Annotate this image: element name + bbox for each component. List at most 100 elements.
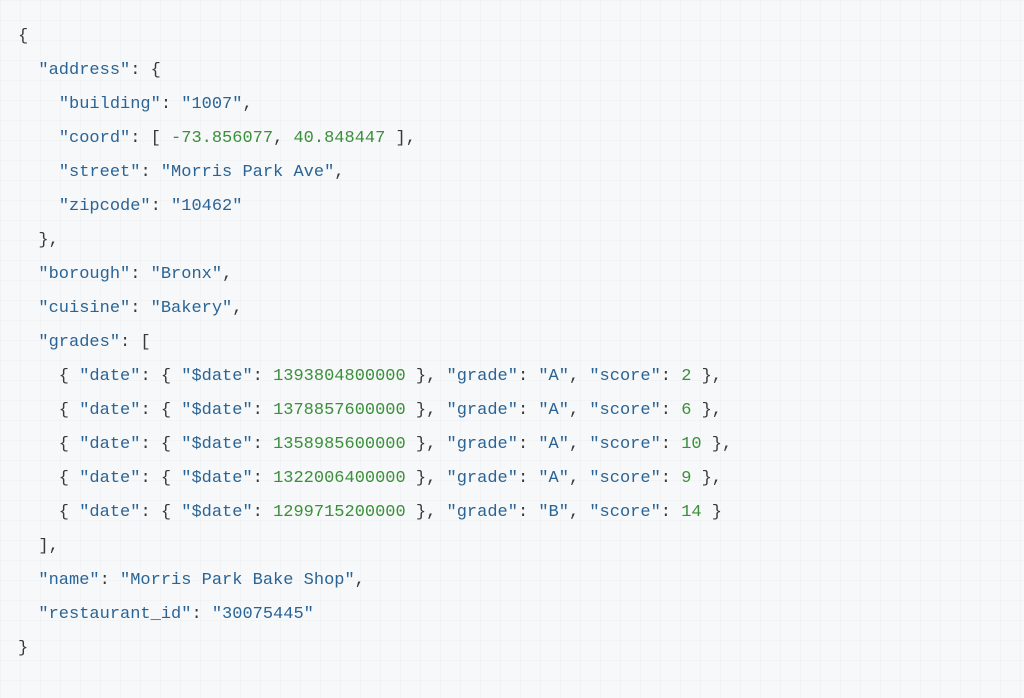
- code-token: :: [151, 197, 171, 216]
- code-token: {: [18, 469, 79, 488]
- code-token: "A": [538, 401, 569, 420]
- code-token: "date": [79, 469, 140, 488]
- code-token: 1378857600000: [273, 401, 406, 420]
- code-token: ,: [273, 129, 293, 148]
- code-token: "Morris Park Ave": [161, 163, 334, 182]
- code-token: 14: [681, 503, 701, 522]
- code-token: [18, 197, 59, 216]
- code-token: "Morris Park Bake Shop": [120, 571, 355, 590]
- code-token: },: [691, 469, 722, 488]
- code-token: "date": [79, 367, 140, 386]
- code-line: }: [18, 639, 28, 658]
- code-token: ],: [18, 537, 59, 556]
- code-token: ,: [242, 95, 252, 114]
- code-token: [18, 61, 38, 80]
- code-token: [18, 299, 38, 318]
- code-token: 1358985600000: [273, 435, 406, 454]
- code-token: },: [406, 401, 447, 420]
- code-token: :: [661, 469, 681, 488]
- code-line: "cuisine": "Bakery",: [18, 299, 242, 318]
- code-token: "grades": [38, 333, 120, 352]
- code-token: [18, 333, 38, 352]
- code-token: },: [18, 231, 59, 250]
- code-token: :: [661, 367, 681, 386]
- code-token: : {: [140, 401, 181, 420]
- code-token: :: [661, 401, 681, 420]
- code-token: "date": [79, 401, 140, 420]
- code-token: "30075445": [212, 605, 314, 624]
- code-line: ],: [18, 537, 59, 556]
- code-token: "$date": [181, 401, 252, 420]
- code-token: [18, 163, 59, 182]
- code-token: :: [140, 163, 160, 182]
- code-token: [18, 95, 59, 114]
- code-line: "zipcode": "10462": [18, 197, 242, 216]
- code-token: "Bronx": [151, 265, 222, 284]
- code-token: "date": [79, 503, 140, 522]
- code-token: "10462": [171, 197, 242, 216]
- code-token: "$date": [181, 469, 252, 488]
- code-token: 1322006400000: [273, 469, 406, 488]
- code-token: "$date": [181, 435, 252, 454]
- code-token: "grade": [447, 435, 518, 454]
- code-line: { "date": { "$date": 1322006400000 }, "g…: [18, 469, 722, 488]
- code-token: "restaurant_id": [38, 605, 191, 624]
- code-token: ,: [569, 435, 589, 454]
- code-token: :: [100, 571, 120, 590]
- code-token: "$date": [181, 503, 252, 522]
- code-line: "borough": "Bronx",: [18, 265, 232, 284]
- code-token: {: [18, 503, 79, 522]
- code-token: :: [518, 367, 538, 386]
- code-line: {: [18, 27, 28, 46]
- code-token: "address": [38, 61, 130, 80]
- code-token: },: [406, 367, 447, 386]
- code-token: :: [661, 503, 681, 522]
- code-token: {: [18, 367, 79, 386]
- code-line: { "date": { "$date": 1378857600000 }, "g…: [18, 401, 722, 420]
- code-token: },: [691, 401, 722, 420]
- code-token: [18, 605, 38, 624]
- code-token: 6: [681, 401, 691, 420]
- code-line: "street": "Morris Park Ave",: [18, 163, 344, 182]
- code-token: "coord": [59, 129, 130, 148]
- code-token: :: [518, 469, 538, 488]
- code-token: },: [406, 435, 447, 454]
- code-token: : [: [130, 129, 171, 148]
- code-token: ,: [569, 469, 589, 488]
- code-line: { "date": { "$date": 1299715200000 }, "g…: [18, 503, 722, 522]
- code-token: : {: [140, 435, 181, 454]
- code-token: }: [18, 639, 28, 658]
- code-token: "score": [589, 435, 660, 454]
- code-token: "date": [79, 435, 140, 454]
- code-token: : {: [140, 367, 181, 386]
- code-token: ,: [232, 299, 242, 318]
- code-token: "grade": [447, 367, 518, 386]
- code-token: "score": [589, 469, 660, 488]
- code-token: },: [406, 503, 447, 522]
- code-token: {: [18, 27, 28, 46]
- code-token: "A": [538, 367, 569, 386]
- code-token: : {: [130, 61, 161, 80]
- code-token: "score": [589, 401, 660, 420]
- code-token: "borough": [38, 265, 130, 284]
- code-token: "grade": [447, 401, 518, 420]
- code-token: :: [161, 95, 181, 114]
- code-token: ,: [334, 163, 344, 182]
- code-token: :: [518, 401, 538, 420]
- code-token: :: [130, 265, 150, 284]
- code-token: "A": [538, 469, 569, 488]
- code-token: [18, 265, 38, 284]
- code-line: "grades": [: [18, 333, 151, 352]
- code-token: "grade": [447, 469, 518, 488]
- code-token: ,: [569, 401, 589, 420]
- code-token: },: [702, 435, 733, 454]
- code-line: "address": {: [18, 61, 161, 80]
- code-token: ,: [569, 503, 589, 522]
- code-token: 1299715200000: [273, 503, 406, 522]
- code-token: [18, 129, 59, 148]
- code-token: 10: [681, 435, 701, 454]
- code-token: :: [253, 503, 273, 522]
- code-token: "street": [59, 163, 141, 182]
- code-token: 2: [681, 367, 691, 386]
- code-line: { "date": { "$date": 1393804800000 }, "g…: [18, 367, 722, 386]
